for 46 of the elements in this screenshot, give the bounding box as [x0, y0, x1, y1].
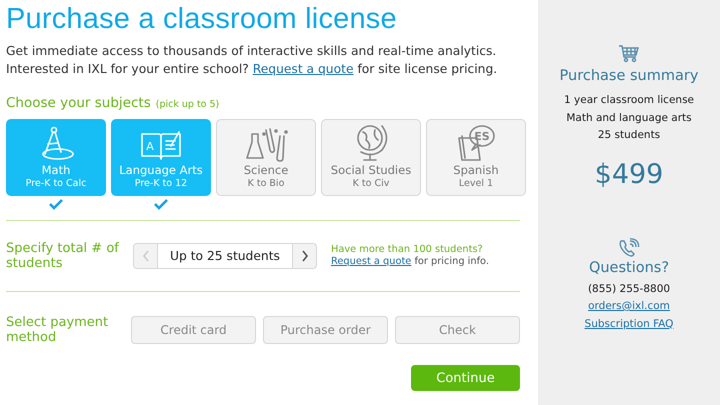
subject-card[interactable]: A Language Arts Pre-K to 12: [111, 119, 211, 196]
continue-button[interactable]: Continue: [411, 365, 520, 391]
students-label: Specify total # of students: [6, 241, 120, 271]
subject-range: K to Bio: [248, 178, 284, 189]
phone-icon: [618, 238, 640, 258]
subject-card[interactable]: Social Studies K to Civ: [321, 119, 421, 196]
questions-title: Questions?: [588, 260, 670, 276]
student-count-value: Up to 25 students: [157, 244, 293, 268]
request-quote-link[interactable]: Request a quote: [252, 62, 354, 76]
checkmark-icon: [48, 198, 64, 210]
subject-range: K to Civ: [352, 178, 390, 189]
section-heading: Choose your subjects: [6, 95, 151, 111]
price: $499: [594, 158, 664, 190]
chevron-right-icon: [300, 250, 308, 262]
subject-range: Level 1: [458, 178, 494, 189]
faq-link[interactable]: Subscription FAQ: [584, 316, 674, 333]
subject-name: Language Arts: [119, 163, 203, 177]
phone-number: (855) 255-8800: [588, 282, 670, 296]
summary-line: 1 year classroom license: [564, 93, 694, 108]
payment-option[interactable]: Credit card: [131, 316, 256, 344]
summary-line: Math and language arts: [566, 110, 692, 126]
payment-option[interactable]: Purchase order: [263, 316, 388, 344]
email-link[interactable]: orders@ixl.com: [588, 298, 670, 316]
section-hint: (pick up to 5): [156, 99, 220, 110]
intro-text: Get immediate access to thousands of interactive skills and real-time analytics. Interested in IXL for your entire school? Request a quote for site license pricing.: [6, 43, 498, 78]
summary-line: 25 students: [598, 128, 660, 143]
subject-name: Science: [244, 163, 288, 177]
summary-title: Purchase summary: [560, 68, 698, 84]
shopping-cart-icon: [618, 45, 640, 63]
subject-card[interactable]: Math Pre-K to Calc: [6, 119, 106, 196]
student-count-stepper[interactable]: Up to 25 students: [133, 243, 317, 269]
students-note: Have more than 100 students?: [331, 244, 484, 256]
subject-range: Pre-K to 12: [134, 178, 188, 189]
checkmark-icon: [153, 198, 169, 210]
payment-label: Select payment method: [6, 315, 110, 345]
subject-range: Pre-K to Calc: [26, 178, 86, 189]
payment-option[interactable]: Check: [395, 316, 520, 344]
pricing-info-text: for pricing info.: [414, 256, 489, 267]
subject-card[interactable]: Science K to Bio: [216, 119, 316, 196]
chevron-left-icon: [142, 250, 150, 262]
subject-name: Math: [42, 163, 70, 177]
subject-name: Spanish: [453, 163, 499, 177]
request-quote-link[interactable]: Request a quote: [331, 256, 412, 267]
lab-flasks-icon: [244, 126, 288, 162]
page-title: Purchase a classroom license: [6, 3, 398, 36]
subject-name: Social Studies: [330, 163, 412, 177]
